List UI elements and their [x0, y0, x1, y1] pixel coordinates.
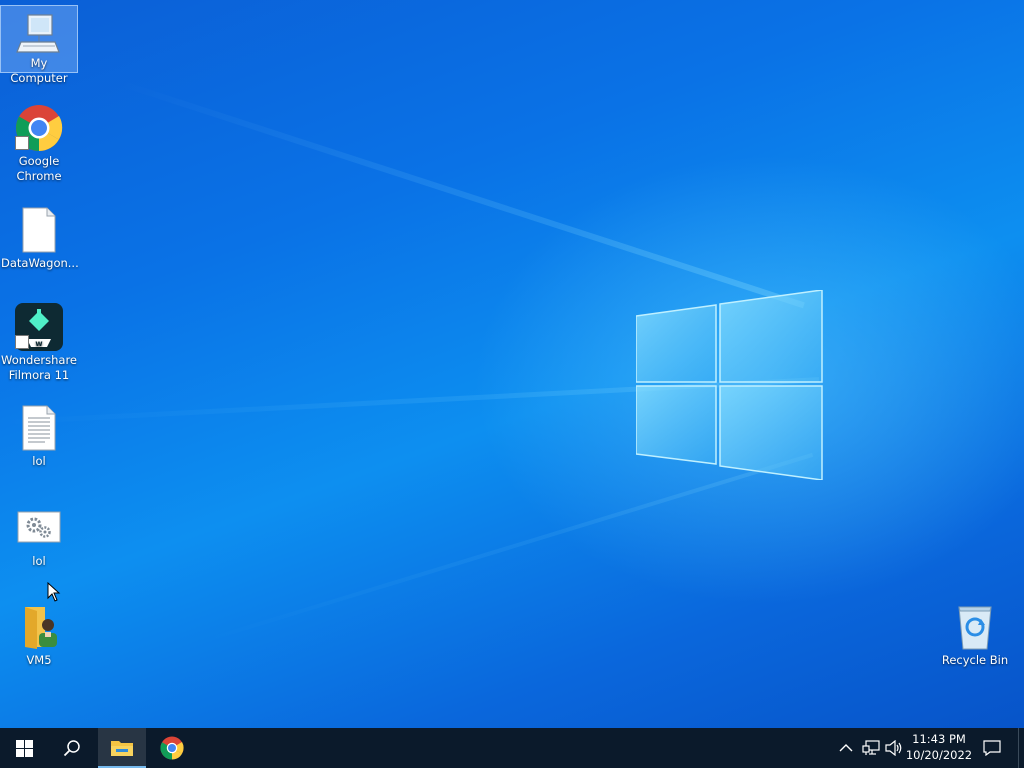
desktop-icon-label: Recycle Bin: [941, 653, 1009, 667]
network-icon: [862, 740, 880, 755]
user-folder-icon: [15, 603, 63, 651]
chevron-up-icon: [839, 744, 853, 752]
desktop-icon-label: VM5: [26, 653, 52, 667]
wallpaper-beam: [200, 452, 814, 644]
start-icon: [15, 739, 33, 757]
windows-logo-wallpaper: [636, 290, 823, 480]
mouse-cursor-icon: [47, 582, 61, 602]
desktop-icon-label: Wondershare Filmora 11: [1, 353, 78, 382]
text-document-icon: [15, 404, 63, 452]
taskbar: 11:43 PM 10/20/2022: [0, 728, 1024, 768]
filmora-icon: w: [15, 303, 63, 351]
volume-icon: [885, 740, 902, 756]
shortcut-arrow-icon: [15, 136, 29, 150]
desktop-icon-datawagon[interactable]: DataWagon...: [1, 206, 79, 271]
notification-icon: [983, 740, 1001, 756]
network-button[interactable]: [861, 738, 881, 758]
desktop[interactable]: My Computer Google Chrome DataWagon... w…: [0, 0, 1024, 728]
desktop-icon-label: DataWagon...: [1, 256, 79, 270]
desktop-icon-recycle-bin[interactable]: Recycle Bin: [937, 603, 1013, 668]
desktop-icon-vm5[interactable]: VM5: [1, 603, 77, 668]
recycle-bin-icon: [951, 603, 999, 651]
file-explorer-icon: [111, 741, 133, 756]
blank-file-icon: [15, 206, 63, 254]
show-desktop-button[interactable]: [1018, 728, 1024, 768]
desktop-icon-label: lol: [32, 454, 46, 468]
search-button[interactable]: [48, 728, 96, 768]
desktop-icon-lol-text[interactable]: lol: [1, 404, 77, 469]
chrome-taskbar-button[interactable]: [148, 728, 196, 768]
shortcut-arrow-icon: [15, 335, 29, 349]
chrome-icon: [160, 736, 184, 760]
desktop-icon-filmora[interactable]: w Wondershare Filmora 11: [1, 303, 77, 383]
taskbar-clock[interactable]: 11:43 PM 10/20/2022: [904, 731, 974, 765]
desktop-icon-my-computer[interactable]: My Computer: [0, 5, 78, 85]
desktop-icon-google-chrome[interactable]: Google Chrome: [1, 104, 77, 184]
computer-icon: [15, 12, 63, 60]
settings-file-icon: [15, 504, 63, 552]
volume-button[interactable]: [884, 738, 904, 758]
action-center-button[interactable]: [982, 738, 1002, 758]
svg-text:w: w: [35, 339, 43, 348]
desktop-icon-label: Google Chrome: [16, 154, 62, 183]
search-icon: [63, 740, 80, 757]
desktop-icon-label: My Computer: [10, 56, 68, 85]
clock-date: 10/20/2022: [905, 748, 973, 762]
desktop-icon-lol-settings[interactable]: lol: [1, 504, 77, 569]
start-button[interactable]: [0, 728, 48, 768]
clock-time: 11:43 PM: [912, 732, 966, 746]
wallpaper-beam: [118, 80, 805, 309]
chrome-icon: [15, 104, 63, 152]
desktop-icon-label: lol: [32, 554, 46, 568]
file-explorer-button[interactable]: [98, 728, 146, 768]
show-hidden-icons-button[interactable]: [836, 738, 856, 758]
